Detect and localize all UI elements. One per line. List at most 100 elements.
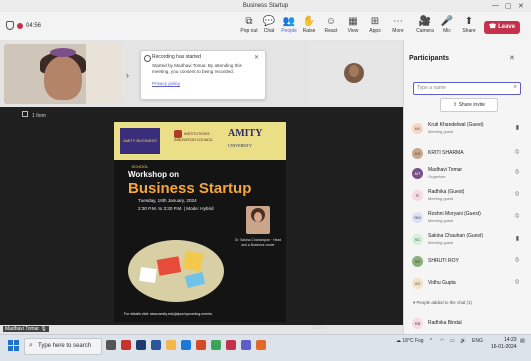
file-explorer-icon[interactable]: [166, 340, 176, 350]
share-invite-icon: ⇪: [453, 102, 458, 108]
video-tile-participant[interactable]: [310, 44, 401, 104]
poster-footer-link: For details visit: www.amity.edu/jaipur/…: [124, 312, 213, 316]
poster-header: AMITY BUSINESS SCHOOL INSTITUTION'S INNO…: [114, 122, 286, 169]
react-button[interactable]: ☺ React: [320, 16, 342, 34]
poster-time: 2:30 P.M. to 3:30 P.M. | Mode: Hybrid: [138, 206, 214, 211]
app-icon[interactable]: [121, 340, 131, 350]
participant-row[interactable]: MT Madhavi Tomar Organizer ⦸: [409, 165, 527, 183]
search-icon: ⌕: [29, 342, 33, 349]
video-tile-speaker[interactable]: [4, 44, 122, 104]
participant-row[interactable]: KS KRITI SHARMA ⦸: [409, 145, 527, 163]
minimize-icon[interactable]: —: [492, 2, 499, 9]
raise-hand-button[interactable]: ✋ Raise: [298, 16, 320, 34]
battery-icon[interactable]: ▭: [450, 338, 455, 344]
close-icon[interactable]: ✕: [509, 54, 515, 62]
avatar: SC: [412, 234, 423, 245]
mic-off-icon: 🎙: [40, 326, 47, 332]
stage-header: 1 Item: [22, 111, 46, 119]
record-icon: [144, 55, 151, 62]
maximize-icon[interactable]: ▢: [505, 2, 512, 10]
more-button[interactable]: ⋯ More: [387, 16, 409, 34]
teams-icon[interactable]: [241, 340, 251, 350]
word-icon[interactable]: [151, 340, 161, 350]
participant-row[interactable]: SC Sakina Chauhan (Guest) Meeting guest …: [409, 231, 527, 249]
mic-off-icon: ⦸: [515, 191, 519, 197]
mic-icon: ▮: [515, 236, 519, 242]
notification-body: Started by Madhavi Tomar. By attending t…: [152, 63, 242, 74]
amity-business-school-logo: AMITY BUSINESS SCHOOL: [120, 128, 160, 169]
innovation-council-logo: INSTITUTION'S INNOVATION COUNCIL: [174, 130, 214, 142]
participant-row[interactable]: RM Roshni Moryani (Guest) Meeting guest …: [409, 209, 527, 227]
windows-start-icon[interactable]: [8, 340, 19, 351]
mic-icon: 🎤: [440, 16, 454, 27]
tray-chevron-icon[interactable]: ^: [430, 338, 432, 344]
participant-row[interactable]: RB Radhika Bindal: [409, 315, 527, 333]
share-icon: ⬆: [464, 16, 474, 27]
app-icon-3[interactable]: [256, 340, 266, 350]
shield-icon: [6, 21, 14, 30]
avatar: KK: [412, 123, 423, 134]
people-icon: 👥: [282, 16, 296, 27]
avatar: SR: [412, 256, 423, 267]
store-icon[interactable]: [136, 340, 146, 350]
participant-row[interactable]: SR SHRUTI ROY ⦸: [409, 253, 527, 271]
wifi-icon[interactable]: ◠: [440, 338, 444, 344]
presenter-name-label: Madhavi Tomar 🎙: [3, 326, 49, 332]
window-title: Business Startup: [242, 3, 289, 9]
edge-icon[interactable]: [181, 340, 191, 350]
chrome-icon[interactable]: [211, 340, 221, 350]
share-button[interactable]: ⬆ Share: [458, 16, 480, 34]
view-button[interactable]: ▦ View: [342, 16, 364, 34]
participant-row[interactable]: KK Kruti Khandelwal (Guest) Meeting gues…: [409, 120, 527, 138]
notification-title: Recording has started: [152, 54, 201, 60]
apps-button[interactable]: ⊞ Apps: [364, 16, 386, 34]
react-icon: ☺: [325, 16, 337, 27]
participant-video: [44, 56, 82, 100]
language-indicator[interactable]: ENG: [472, 338, 483, 344]
pop-out-icon: ⧉: [245, 16, 253, 27]
notification-icon[interactable]: ▤: [520, 338, 525, 344]
powerpoint-icon[interactable]: [196, 340, 206, 350]
slide-controls[interactable]: 1/16 ‹ ›: [312, 325, 328, 331]
more-icon: ⋯: [393, 16, 403, 27]
app-icon-2[interactable]: [226, 340, 236, 350]
taskbar-clock[interactable]: 14:23 16-01-2024: [491, 337, 517, 351]
meeting-timer: 04:56: [26, 22, 42, 29]
meeting-toolbar: 04:56 ⧉ Pop out 💬 Chat 👥 People ✋ Raise ☺ Rea…: [0, 12, 531, 41]
chat-icon: 💬: [262, 16, 276, 27]
mic-off-icon: ⦸: [515, 257, 519, 263]
amity-university-logo: AMITY UNIVERSITY: [228, 128, 263, 148]
phone-icon: ☎: [488, 24, 497, 30]
chevron-right-icon[interactable]: ›: [126, 70, 129, 80]
share-invite-button[interactable]: ⇪ Share invite: [440, 98, 498, 112]
mic-button[interactable]: 🎤 Mic: [436, 16, 458, 34]
close-icon[interactable]: ✕: [254, 54, 259, 61]
apps-icon: ⊞: [370, 16, 380, 27]
pop-out-button[interactable]: ⧉ Pop out: [238, 16, 260, 34]
panel-title: Participants: [409, 55, 450, 62]
startup-illustration: [128, 240, 224, 302]
poster-date: Tuesday, 16th January, 2024: [138, 198, 197, 203]
recording-notification: Recording has started Started by Madhavi…: [140, 50, 266, 100]
taskbar-search-input[interactable]: ⌕ Type here to search: [24, 338, 102, 355]
participant-row[interactable]: R Radhika (Guest) Meeting guest ⦸: [409, 187, 527, 205]
speaker-photo: [246, 206, 270, 234]
leave-button[interactable]: ☎ Leave: [484, 21, 520, 34]
title-bar: Business Startup — ▢ ✕: [0, 0, 531, 12]
avatar: KS: [412, 148, 423, 159]
people-button[interactable]: 👥 People: [278, 16, 300, 34]
camera-button[interactable]: 🎥 Camera: [414, 16, 436, 34]
shared-poster: AMITY BUSINESS SCHOOL INSTITUTION'S INNO…: [114, 122, 286, 322]
privacy-policy-link[interactable]: Privacy policy: [152, 81, 180, 86]
volume-icon[interactable]: 🔊: [460, 338, 466, 344]
participant-row[interactable]: VG Vidhu Gupta ⦸: [409, 275, 527, 293]
close-window-icon[interactable]: ✕: [518, 2, 524, 10]
chat-added-note[interactable]: ▾ People added to the chat (1): [413, 300, 472, 306]
task-view-icon[interactable]: [106, 340, 116, 350]
mic-off-icon: ⦸: [515, 213, 519, 219]
weather-widget[interactable]: ☁ 18°C Fog: [396, 338, 424, 344]
chat-button[interactable]: 💬 Chat: [258, 16, 280, 34]
participant-search-input[interactable]: Type a name ⌕: [413, 82, 521, 95]
mic-off-icon: ⦸: [515, 169, 519, 175]
poster-title-line2: Business Startup: [128, 180, 252, 197]
